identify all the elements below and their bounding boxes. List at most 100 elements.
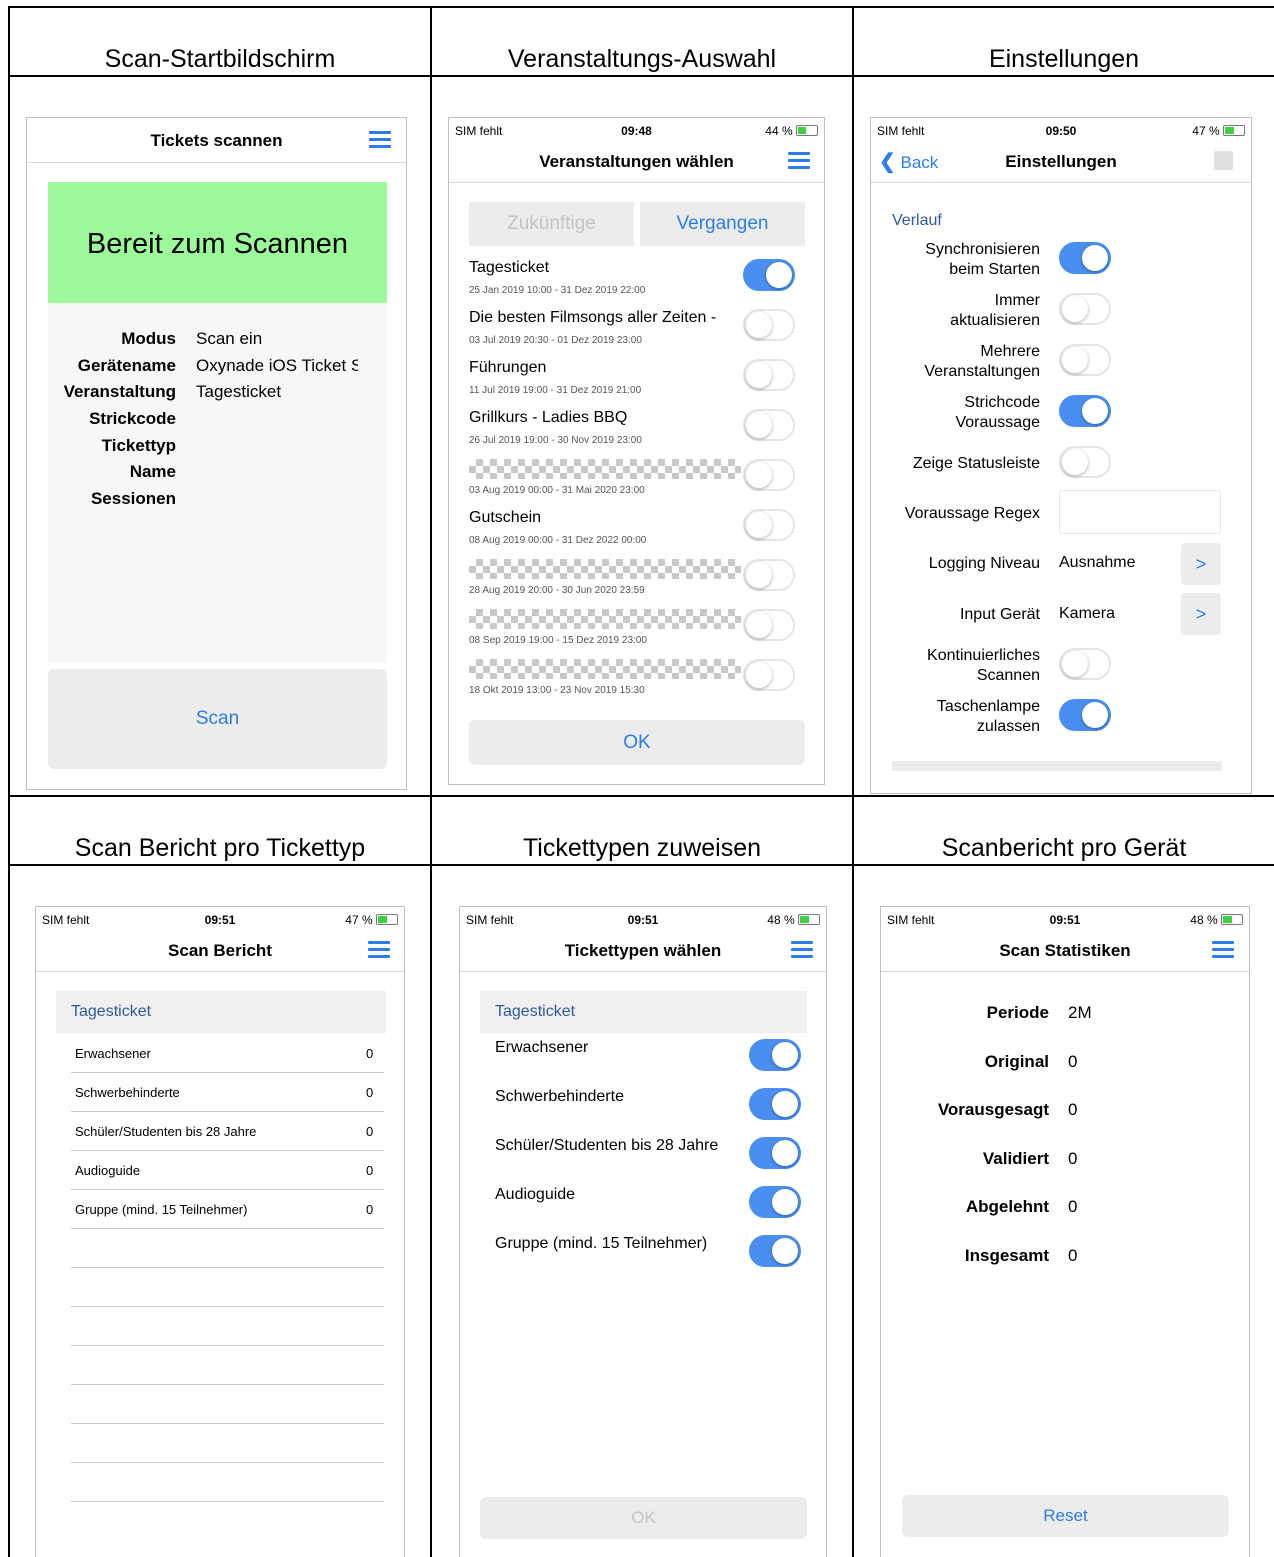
battery-fill [1223,916,1233,923]
grid-top [8,6,1274,8]
event-dates: 25 Jan 2019 10:00 - 31 Dez 2019 22:00 [469,285,646,296]
grid-col2 [852,6,854,1557]
setting-toggle[interactable] [1059,648,1111,680]
event-toggle[interactable] [743,409,795,441]
status-bar: SIM fehlt 09:51 47 % [42,913,398,927]
regex-input[interactable] [1059,490,1221,534]
input-label: Input Gerät [959,606,1040,623]
type-toggle[interactable] [749,1039,801,1071]
menu-icon[interactable] [1212,941,1234,959]
stat-value: 0 [1068,1197,1078,1217]
menu-icon[interactable] [369,131,391,149]
setting-toggle[interactable] [1059,446,1111,478]
stat-label: Original [984,1051,1049,1071]
battery-text: 47 % [345,913,373,927]
setting-toggle[interactable] [1059,395,1111,427]
setting-label: Scannen [976,667,1040,684]
label-strickcode: Strickcode [89,409,176,428]
stats-screen: SIM fehlt 09:51 48 % Scan Statistiken Re… [880,906,1250,1557]
navbar: Scan Statistiken [881,929,1249,972]
header-report: Scan Bericht pro Tickettyp [74,834,366,862]
row-divider [71,1462,384,1463]
type-toggle[interactable] [749,1137,801,1169]
event-toggle[interactable] [743,259,795,291]
event-row[interactable]: Die besten Filmsongs aller Zeiten - 03 Ju… [449,303,824,353]
battery-icon [376,914,398,925]
regex-label: Voraussage Regex [904,505,1040,522]
stat-label: Vorausgesagt [937,1100,1049,1120]
setting-label: Mehrere [980,343,1040,360]
battery-fill [378,916,387,923]
row-divider [71,1423,384,1424]
stat-value: 0 [1068,1148,1078,1168]
logging-chevron-button[interactable]: > [1181,543,1221,585]
stat-label: Validiert [982,1148,1049,1168]
event-toggle[interactable] [743,309,795,341]
menu-icon[interactable] [368,941,390,959]
event-dates: 28 Aug 2019 20:00 - 30 Jun 2020 23:59 [469,585,645,596]
event-name: Tagesticket [469,259,550,276]
redacted-name [469,559,741,579]
label-veranstaltung: Veranstaltung [63,382,176,401]
setting-toggle[interactable] [1059,699,1111,731]
event-toggle[interactable] [743,559,795,591]
event-row[interactable]: 18 Okt 2019 13:00 - 23 Nov 2019 15:30 [449,653,824,703]
report-count: 0 [366,1163,374,1178]
event-dates: 18 Okt 2019 13:00 - 23 Nov 2019 15:30 [469,685,645,696]
event-toggle[interactable] [743,609,795,641]
battery-text: 44 % [765,124,793,138]
event-toggle[interactable] [743,359,795,391]
navbar: ❮ Back Einstellungen [871,140,1251,183]
menu-icon[interactable] [791,941,813,959]
type-toggle[interactable] [749,1186,801,1218]
row-divider [71,1189,384,1190]
setting-toggle[interactable] [1059,344,1111,376]
event-row[interactable]: Grillkurs - Ladies BBQ 26 Jul 2019 19:00 … [449,403,824,453]
battery-indicator: 47 % [1192,124,1245,138]
event-row[interactable]: 28 Aug 2019 20:00 - 30 Jun 2020 23:59 [449,553,824,603]
event-row[interactable]: 08 Sep 2019 19:00 - 15 Dez 2019 23:00 [449,603,824,653]
logging-label: Logging Niveau [928,555,1040,572]
label-modus: Modus [121,329,176,348]
value-geraetename: Oxynade iOS Ticket S [196,356,358,375]
event-name: Die besten Filmsongs aller Zeiten - [469,309,717,326]
battery-text: 48 % [1190,913,1218,927]
ok-button[interactable]: OK [480,1497,807,1539]
setting-label: aktualisieren [950,312,1040,329]
reset-button[interactable]: Reset [902,1495,1229,1537]
navbar: Tickets scannen [27,118,406,163]
label-geraetename: Gerätename [77,356,176,375]
event-name: Grillkurs - Ladies BBQ [469,409,628,426]
input-chevron-button[interactable]: > [1181,593,1221,635]
row-divider [71,1228,384,1229]
scan-button[interactable]: Scan [48,669,387,769]
input-value: Kamera [1059,605,1116,622]
types-screen: SIM fehlt 09:51 48 % Tickettypen wählen … [459,906,827,1557]
event-row[interactable]: Tagesticket 25 Jan 2019 10:00 - 31 Dez 20… [449,253,824,303]
grid-hdr1 [8,75,1274,77]
type-toggle[interactable] [749,1235,801,1267]
stat-value: 0 [1068,1051,1078,1071]
event-toggle[interactable] [743,509,795,541]
row-divider [71,1306,384,1307]
ok-button[interactable]: OK [469,720,805,765]
setting-label: Kontinuierliches [927,647,1040,664]
event-row[interactable]: 03 Aug 2019 00:00 - 31 Mai 2020 23:00 [449,453,824,503]
tab-past[interactable]: Vergangen [640,202,805,246]
tab-future[interactable]: Zukünftige [469,202,634,246]
event-row[interactable]: Gutschein 08 Aug 2019 00:00 - 31 Dez 2022… [449,503,824,553]
event-toggle[interactable] [743,659,795,691]
setting-toggle[interactable] [1059,242,1111,274]
redacted-name [469,459,741,479]
setting-label: Strichcode [964,394,1040,411]
battery-text: 47 % [1192,124,1220,138]
menu-icon[interactable] [788,152,810,170]
status-bar: SIM fehlt 09:51 48 % [887,913,1243,927]
header-settings: Einstellungen [988,45,1140,73]
event-row[interactable]: Führungen 11 Jul 2019 19:00 - 31 Dez 2019… [449,353,824,403]
event-toggle[interactable] [743,459,795,491]
save-icon[interactable] [1214,151,1233,170]
navbar: Scan Bericht [36,929,404,972]
type-toggle[interactable] [749,1088,801,1120]
setting-toggle[interactable] [1059,293,1111,325]
